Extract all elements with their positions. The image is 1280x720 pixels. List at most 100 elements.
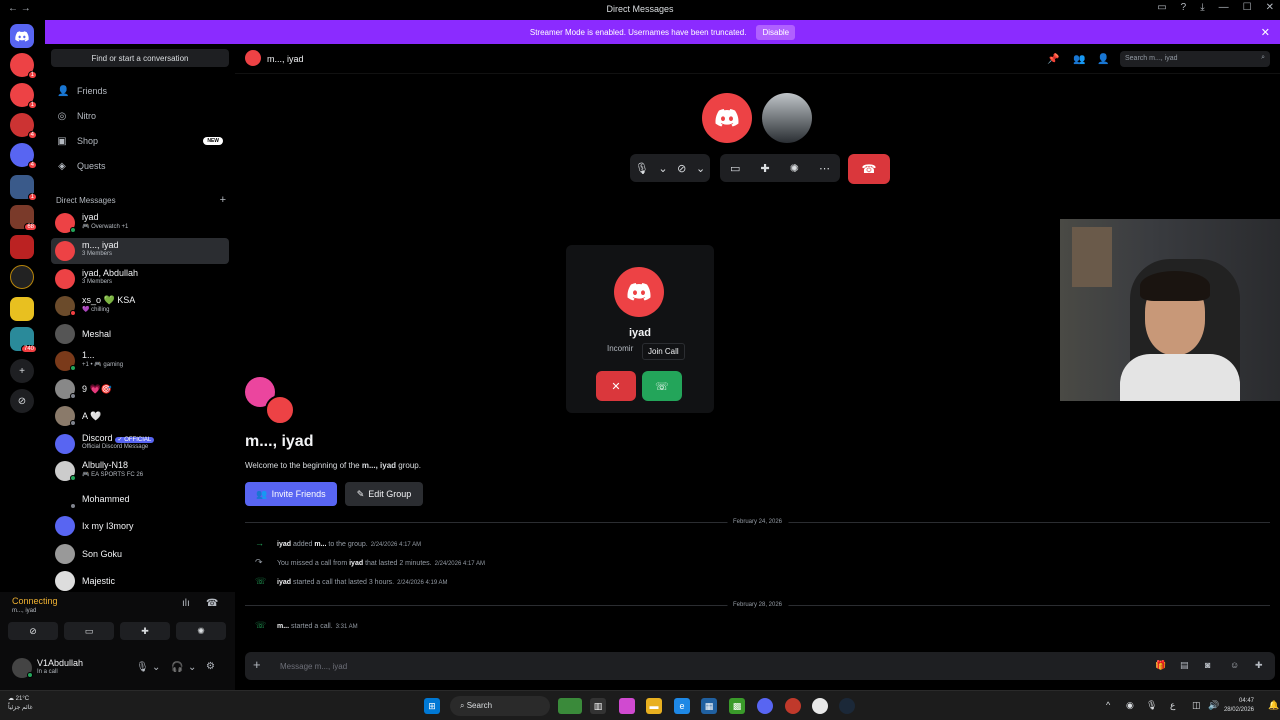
msg-user[interactable]: iyad xyxy=(277,579,291,586)
call-actions[interactable]: ▭ ✚ ✺ ⋯ xyxy=(720,154,840,182)
dm-item[interactable]: Mohammed xyxy=(51,486,229,512)
close-window-icon[interactable]: ✕ xyxy=(1266,2,1274,13)
server-icon[interactable]: 740 xyxy=(10,327,37,353)
dm-item[interactable]: Meshal xyxy=(51,321,229,347)
microphone-icon[interactable]: 🎙 xyxy=(1146,700,1157,711)
invite-friends-button[interactable]: 👥 Invite Friends xyxy=(245,482,337,506)
minecraft-icon[interactable]: ▩ xyxy=(729,698,745,714)
microphone-icon[interactable]: 🎙 xyxy=(635,162,649,175)
store-icon[interactable]: ▦ xyxy=(701,698,717,714)
server-icon[interactable] xyxy=(10,265,34,289)
nav-quests[interactable]: ◈ Quests xyxy=(51,155,229,177)
msg-user[interactable]: iyad xyxy=(277,541,291,548)
download-icon[interactable]: ⤓ xyxy=(1200,2,1204,13)
participant-avatar[interactable] xyxy=(762,93,812,143)
app-icon[interactable] xyxy=(785,698,801,714)
dm-item[interactable]: xs_o 💚 KSA 💜 chilling xyxy=(51,293,229,319)
add-friends-icon[interactable]: 👥 xyxy=(1073,54,1085,65)
widget-icon[interactable] xyxy=(558,698,582,714)
dm-item[interactable]: Majestic xyxy=(51,568,229,592)
dm-item[interactable]: Discord ✓ OFFICIAL Official Discord Messag… xyxy=(51,431,229,457)
screen-share-icon[interactable]: ▭ xyxy=(730,162,740,175)
edge-icon[interactable]: e xyxy=(674,698,690,714)
gif-icon[interactable]: ▤ xyxy=(1180,660,1189,671)
nav-friends[interactable]: 👤 Friends xyxy=(51,80,229,102)
dm-item[interactable]: iyad, Abdullah 3 Members xyxy=(51,266,229,292)
disable-button[interactable]: Disable xyxy=(756,24,796,40)
attach-plus-icon[interactable]: + xyxy=(253,657,261,672)
server-icon[interactable]: 1 xyxy=(10,53,37,79)
add-server-icon[interactable]: + xyxy=(10,359,34,383)
join-call-button[interactable]: ☏ xyxy=(642,371,682,401)
minimize-icon[interactable]: — xyxy=(1219,2,1229,13)
help-icon[interactable]: ? xyxy=(1181,2,1187,13)
nav-shop[interactable]: ▣ Shop NEW xyxy=(51,130,229,152)
message-composer[interactable]: + Message m..., iyad 🎁 ▤ ◙ ☺ ✚ xyxy=(245,652,1275,680)
server-icon[interactable]: 68 xyxy=(10,205,37,231)
voice-signal-icon[interactable]: ılı xyxy=(182,598,190,609)
dm-item[interactable]: Ix my I3mory xyxy=(51,513,229,539)
settings-icon[interactable]: ⚙ xyxy=(206,661,215,672)
volume-icon[interactable]: 🔊 xyxy=(1208,700,1219,711)
copilot-icon[interactable] xyxy=(619,698,635,714)
hang-up-button[interactable]: ☎ xyxy=(848,154,890,184)
server-icon[interactable] xyxy=(10,297,34,321)
screen-share-button[interactable]: ▭ xyxy=(64,622,114,640)
dm-item[interactable]: Albully-N18 🎮 EA SPORTS FC 26 xyxy=(51,458,229,484)
msg-user[interactable]: m... xyxy=(277,623,289,630)
dm-item[interactable]: 9 💗🎯 xyxy=(51,376,229,402)
create-dm-icon[interactable]: + xyxy=(220,194,226,206)
headphones-icon[interactable]: 🎧 xyxy=(171,662,183,673)
network-icon[interactable]: ◉ xyxy=(1126,700,1134,711)
discover-icon[interactable]: ⊘ xyxy=(10,389,34,413)
server-icon[interactable]: 4 xyxy=(10,113,37,139)
server-icon[interactable] xyxy=(10,235,34,259)
weather-widget[interactable]: ☁ 21°C غائم جزئياً xyxy=(8,695,33,713)
msg-target[interactable]: m... xyxy=(314,541,326,548)
task-view-icon[interactable]: ▥ xyxy=(590,698,606,714)
chevron-down-icon[interactable]: ⌄ xyxy=(152,662,160,673)
chevron-down-icon[interactable]: ⌄ xyxy=(188,662,196,673)
emoji-icon[interactable]: ☺ xyxy=(1230,660,1239,670)
soundboard-icon[interactable]: ✺ xyxy=(790,162,799,175)
inbox-icon[interactable]: ▭ xyxy=(1157,2,1166,13)
dm-item[interactable]: iyad 🎮 Overwatch +1 xyxy=(51,210,229,236)
wifi-icon[interactable]: ◫ xyxy=(1192,700,1201,711)
mic-control[interactable]: 🎙 ⌄ ⊘ ⌄ xyxy=(630,154,710,182)
camera-button[interactable]: ⊘ xyxy=(8,622,58,640)
file-explorer-icon[interactable]: ▬ xyxy=(646,698,662,714)
gift-icon[interactable]: 🎁 xyxy=(1155,660,1166,671)
more-icon[interactable]: ⋯ xyxy=(819,162,830,175)
clock[interactable]: 04:47 28/02/2026 xyxy=(1224,697,1254,715)
language-icon[interactable]: ع xyxy=(1170,700,1175,711)
edit-group-button[interactable]: ✎ Edit Group xyxy=(345,482,423,506)
activities-button[interactable]: ✚ xyxy=(120,622,170,640)
discord-icon[interactable] xyxy=(757,698,773,714)
microphone-icon[interactable]: 🎙 xyxy=(136,662,149,673)
server-icon[interactable]: 1 xyxy=(10,83,37,109)
close-icon[interactable]: ✕ xyxy=(1261,26,1270,39)
dm-item[interactable]: 1... +1 • 🎮 gaming xyxy=(51,348,229,374)
decline-button[interactable]: ✕ xyxy=(596,371,636,401)
members-icon[interactable]: 👤 xyxy=(1097,54,1109,65)
search-input[interactable]: Search m..., iyad ⌕ xyxy=(1120,51,1270,67)
taskbar-search[interactable]: ⌕ Search xyxy=(450,696,550,716)
soundboard-button[interactable]: ✺ xyxy=(176,622,226,640)
sticker-icon[interactable]: ◙ xyxy=(1205,660,1210,670)
msg-user[interactable]: iyad xyxy=(349,560,363,567)
home-discord-icon[interactable] xyxy=(10,24,34,48)
camera-preview[interactable] xyxy=(1060,219,1280,401)
pin-icon[interactable]: 📌 xyxy=(1047,54,1059,65)
disconnect-icon[interactable]: ☎ xyxy=(206,598,218,609)
start-icon[interactable]: ⊞ xyxy=(424,698,440,714)
server-icon[interactable]: 4 xyxy=(10,143,37,169)
find-conversation-button[interactable]: Find or start a conversation xyxy=(51,49,229,67)
camera-off-icon[interactable]: ⊘ xyxy=(677,162,686,175)
dm-item[interactable]: m..., iyad 3 Members xyxy=(51,238,229,264)
activity-icon[interactable]: ✚ xyxy=(760,162,769,175)
server-icon[interactable]: 1 xyxy=(10,175,37,201)
chevron-down-icon[interactable]: ⌄ xyxy=(696,162,705,175)
dm-item[interactable]: Son Goku xyxy=(51,541,229,567)
chevron-up-icon[interactable]: ^ xyxy=(1106,700,1110,710)
notification-icon[interactable]: 🔔 xyxy=(1268,700,1279,711)
